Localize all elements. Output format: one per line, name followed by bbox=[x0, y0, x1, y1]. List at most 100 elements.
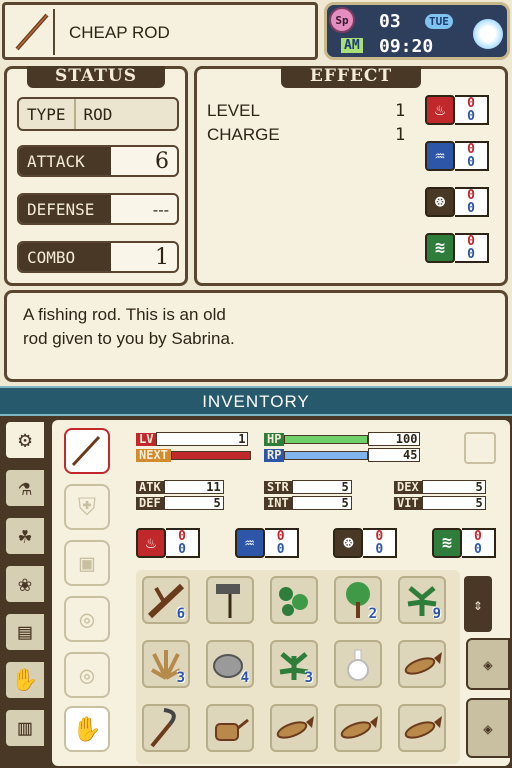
item-slot-withered-grass[interactable]: 3 bbox=[142, 640, 190, 688]
resist-earth-values: 00 bbox=[363, 528, 398, 558]
atk-label: ATK bbox=[136, 481, 164, 494]
fishing-rod-icon bbox=[9, 9, 55, 55]
rp-row: RP 45 bbox=[264, 448, 421, 463]
type-label: TYPE bbox=[19, 99, 76, 129]
dex-row: DEX 5 bbox=[394, 480, 486, 495]
hp-label: HP bbox=[264, 433, 285, 446]
next-label: NEXT bbox=[136, 449, 171, 462]
water-element-row: ♒ 00 bbox=[425, 141, 497, 171]
resist-water: ♒ 0 0 bbox=[234, 528, 299, 558]
description-panel: A fishing rod. This is an old rod given … bbox=[4, 290, 508, 382]
watering-can-icon bbox=[215, 718, 249, 741]
fire-element-icon: ♨ bbox=[425, 95, 455, 125]
str-value: 5 bbox=[291, 480, 352, 494]
fish-icon bbox=[404, 652, 442, 675]
fire-element-values: 00 bbox=[455, 95, 489, 125]
page-tab-1[interactable]: ⇕ bbox=[464, 576, 492, 632]
tab-crops[interactable]: ❀ bbox=[4, 564, 46, 604]
tab-items[interactable]: ⚗ bbox=[4, 468, 46, 508]
defense-row: DEFENSE --- bbox=[17, 193, 179, 225]
type-value: ROD bbox=[83, 105, 113, 124]
item-slot-bottle[interactable] bbox=[334, 640, 382, 688]
tab-monsters[interactable]: ☘ bbox=[4, 516, 46, 556]
item-slot-sapling[interactable]: 2 bbox=[334, 576, 382, 624]
grid-toggle-icon[interactable] bbox=[464, 432, 496, 464]
wind-element-values: 00 bbox=[455, 233, 489, 263]
page-tab-3[interactable]: ◈ bbox=[466, 698, 510, 758]
tab-notes[interactable]: ▥ bbox=[4, 708, 46, 748]
wind-value-b: 0 bbox=[467, 247, 475, 262]
item-slot-fish[interactable] bbox=[334, 704, 382, 752]
tab-hand[interactable]: ✋ bbox=[4, 660, 46, 700]
inventory-title: INVENTORY bbox=[202, 392, 310, 411]
fire-value-b: 0 bbox=[467, 109, 475, 124]
earth-element-icon: ⊛ bbox=[333, 528, 364, 558]
combo-label: COMBO bbox=[19, 243, 111, 271]
clock-panel: Sp 03 TUE AM 09:20 bbox=[324, 2, 510, 60]
attack-value: 6 bbox=[155, 148, 169, 174]
page-tab-2[interactable]: ◈ bbox=[466, 638, 510, 690]
effect-title: EFFECT bbox=[281, 66, 421, 88]
resist-earth-b: 0 bbox=[375, 542, 384, 557]
defense-value: --- bbox=[152, 199, 169, 219]
vit-value: 5 bbox=[421, 496, 486, 510]
resist-fire-b: 0 bbox=[178, 542, 186, 557]
vit-row: VIT 5 bbox=[394, 496, 486, 511]
defense-label: DEFENSE bbox=[19, 195, 111, 223]
item-slot-fish[interactable] bbox=[398, 640, 446, 688]
item-slot-stone[interactable]: 4 bbox=[206, 640, 254, 688]
item-count: 2 bbox=[368, 606, 377, 622]
tab-book[interactable]: ▤ bbox=[4, 612, 46, 652]
item-count: 9 bbox=[432, 606, 441, 622]
lv-value: 1 bbox=[156, 432, 249, 446]
accessory-slot-2[interactable]: ◎ bbox=[64, 652, 110, 698]
item-count: 3 bbox=[176, 670, 185, 686]
item-count: 4 bbox=[240, 670, 249, 686]
shield-slot[interactable]: ⛨ bbox=[64, 484, 110, 530]
fish-icon bbox=[340, 716, 378, 739]
charge-label: CHARGE bbox=[207, 125, 280, 144]
bottle-icon bbox=[347, 649, 369, 681]
fish-icon bbox=[276, 716, 314, 739]
resist-wind-values: 00 bbox=[461, 528, 496, 558]
fish-icon bbox=[404, 716, 442, 739]
def-value: 5 bbox=[163, 496, 224, 510]
item-slot-weed[interactable] bbox=[270, 576, 318, 624]
item-slot-hoe[interactable] bbox=[206, 576, 254, 624]
clock-time: 09:20 bbox=[379, 36, 434, 57]
level-label: LEVEL bbox=[207, 101, 260, 120]
tab-equipment[interactable]: ⚙ bbox=[4, 420, 46, 460]
combo-row: COMBO 1 bbox=[17, 241, 179, 273]
accessory-slot-1[interactable]: ◎ bbox=[64, 596, 110, 642]
effect-panel: EFFECT LEVEL 1 CHARGE 1 ♨ 00 ♒ 00 ⊛ 00 ≋… bbox=[194, 66, 508, 286]
date-day: 03 bbox=[379, 11, 401, 32]
def-label: DEF bbox=[136, 497, 164, 510]
rp-value: 45 bbox=[368, 448, 421, 462]
level-value: 1 bbox=[395, 101, 406, 121]
item-slot-branch[interactable]: 6 bbox=[142, 576, 190, 624]
str-label: STR bbox=[264, 481, 292, 494]
item-slot-fish[interactable] bbox=[398, 704, 446, 752]
str-row: STR 5 bbox=[264, 480, 352, 495]
item-slot-watering-can[interactable] bbox=[206, 704, 254, 752]
wind-element-row: ≋ 00 bbox=[425, 233, 497, 263]
sickle-icon bbox=[150, 708, 176, 748]
item-slot-green-grass[interactable]: 3 bbox=[270, 640, 318, 688]
weapon-slot[interactable] bbox=[64, 428, 110, 474]
resist-fire: ♨ 0 0 bbox=[136, 528, 200, 558]
item-name: CHEAP ROD bbox=[69, 23, 170, 42]
water-element-icon: ♒ bbox=[425, 141, 455, 171]
item-slot-fish[interactable] bbox=[270, 704, 318, 752]
effect-elements: ♨ 00 ♒ 00 ⊛ 00 ≋ 00 bbox=[425, 95, 497, 263]
int-value: 5 bbox=[291, 496, 352, 510]
weed-icon bbox=[279, 587, 308, 616]
resist-row: ♨ 0 0 ♒ 0 0 ⊛ 0 0 ≋ 0 0 bbox=[136, 528, 496, 558]
atk-value: 11 bbox=[163, 480, 224, 494]
glove-slot[interactable]: ✋ bbox=[64, 706, 110, 752]
item-slot-herb[interactable]: 9 bbox=[398, 576, 446, 624]
dex-value: 5 bbox=[421, 480, 486, 494]
item-slot-sickle[interactable] bbox=[142, 704, 190, 752]
wind-element-icon: ≋ bbox=[425, 233, 455, 263]
armor-slot[interactable]: ▣ bbox=[64, 540, 110, 586]
earth-element-values: 00 bbox=[455, 187, 489, 217]
